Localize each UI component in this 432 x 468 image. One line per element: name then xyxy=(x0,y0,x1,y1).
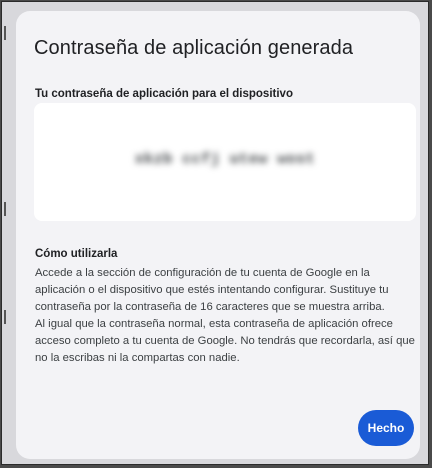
background-edge-mark xyxy=(4,310,6,324)
background-edge-mark xyxy=(4,26,6,40)
generated-password[interactable]: xkzb ccfj utew wost xyxy=(34,151,416,168)
password-display-box: xkzb ccfj utew wost xyxy=(34,103,416,221)
dialog-title: Contraseña de aplicación generada xyxy=(34,37,354,59)
password-section-label: Tu contraseña de aplicación para el disp… xyxy=(35,88,293,100)
screenshot-frame: Contraseña de aplicación generada Tu con… xyxy=(1,1,429,465)
usage-instructions-title: Cómo utilizarla xyxy=(35,248,118,260)
usage-instructions-paragraph: Al igual que la contraseña normal, esta … xyxy=(35,318,415,364)
done-button[interactable]: Hecho xyxy=(358,410,414,446)
usage-instructions-paragraph: Accede a la sección de configuración de … xyxy=(35,267,389,313)
app-password-dialog: Contraseña de aplicación generada Tu con… xyxy=(16,11,420,459)
usage-instructions: Cómo utilizarla Accede a la sección de c… xyxy=(35,247,415,367)
background-edge-mark xyxy=(4,202,6,216)
